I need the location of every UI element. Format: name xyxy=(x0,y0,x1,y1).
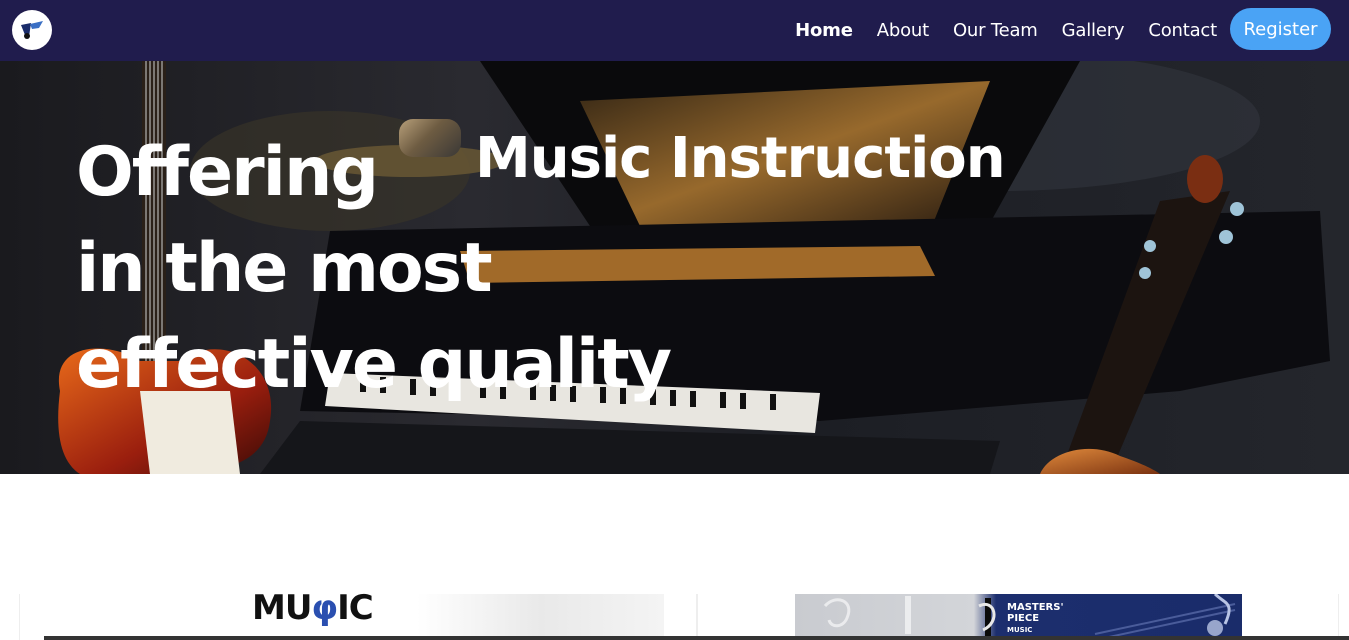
hero-inline-image xyxy=(399,119,462,157)
page-divider xyxy=(44,636,1349,640)
hero-banner: Offering Music Instruction in the most ef… xyxy=(0,61,1349,474)
nav-about-link[interactable]: About xyxy=(877,20,929,41)
register-button[interactable]: Register xyxy=(1230,8,1331,50)
masters-piece-logo-text: MASTERS'PIECEMUSICHOUSE xyxy=(1007,602,1064,640)
hero-line-2: in the most xyxy=(76,229,493,308)
site-logo[interactable] xyxy=(12,10,52,50)
hero-line-1a: Offering xyxy=(76,133,379,212)
masters-piece-logo-image: MASTERS'PIECEMUSICHOUSE xyxy=(795,594,1242,640)
logo-emblem-icon xyxy=(21,21,43,39)
music-logo-text: MUφIC xyxy=(252,588,374,628)
feature-card-left[interactable]: MUφIC xyxy=(19,588,697,640)
hero-line-3: effective quality xyxy=(76,325,672,404)
nav-gallery-link[interactable]: Gallery xyxy=(1062,20,1125,41)
main-nav: Home About Our Team Gallery Contact xyxy=(771,0,1217,61)
nav-home-link[interactable]: Home xyxy=(795,20,853,41)
feature-card-right[interactable]: MASTERS'PIECEMUSICHOUSE xyxy=(697,594,1339,640)
top-navbar: Home About Our Team Gallery Contact Regi… xyxy=(0,0,1349,61)
nav-contact-link[interactable]: Contact xyxy=(1148,20,1217,41)
music-logo-image: MUφIC xyxy=(252,588,664,640)
hero-heading: Offering Music Instruction in the most ef… xyxy=(76,111,1006,413)
hero-line-1b: Music Instruction xyxy=(475,126,1006,191)
nav-our-team-link[interactable]: Our Team xyxy=(953,20,1038,41)
